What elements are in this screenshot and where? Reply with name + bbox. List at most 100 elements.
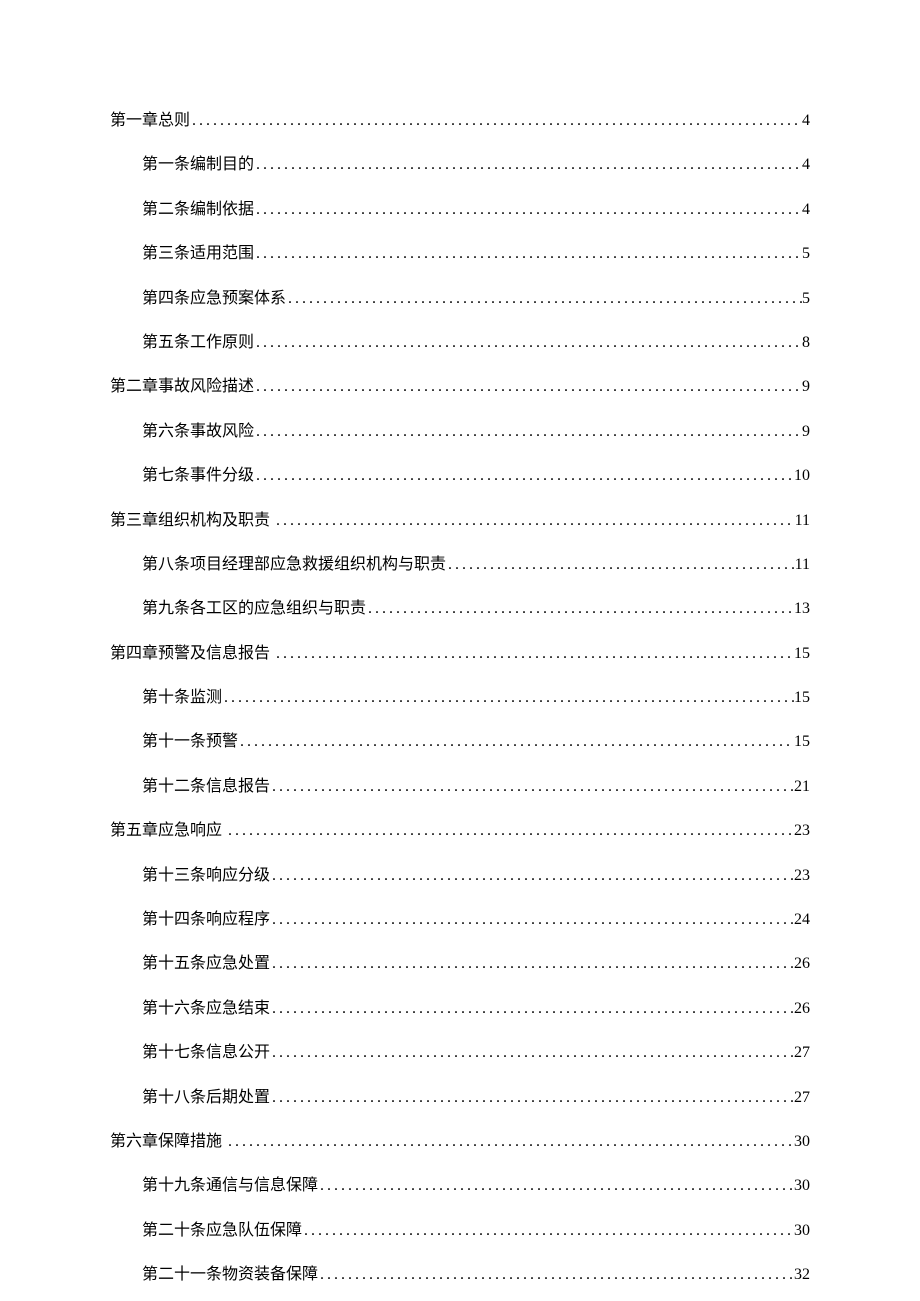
toc-entry-dots [286, 288, 802, 310]
toc-entry-dots [190, 110, 802, 132]
toc-entry-title: 第一章总则 [110, 110, 190, 132]
toc-entry-dots [270, 998, 794, 1020]
toc-entry-page: 4 [802, 199, 810, 221]
toc-entry-title: 第二条编制依据 [142, 199, 254, 221]
toc-entry: 第二章事故风险描述 9 [110, 376, 810, 398]
toc-entry-title: 第十八条后期处置 [142, 1087, 270, 1109]
toc-entry-dots [270, 909, 794, 931]
toc-entry-title: 第二十一条物资装备保障 [142, 1264, 318, 1286]
toc-entry-dots [446, 554, 795, 576]
toc-entry: 第十一条预警 15 [142, 731, 810, 753]
toc-entry-title: 第十九条通信与信息保障 [142, 1175, 318, 1197]
toc-entry-page: 10 [794, 465, 810, 487]
toc-entry-page: 21 [794, 776, 810, 798]
toc-entry-dots [238, 731, 794, 753]
toc-entry-dots [274, 510, 795, 532]
toc-entry-title: 第三条适用范围 [142, 243, 254, 265]
toc-entry: 第三章组织机构及职责11 [110, 510, 810, 532]
toc-entry: 第六条事故风险 9 [142, 421, 810, 443]
toc-entry-title: 第十条监测 [142, 687, 222, 709]
toc-entry-page: 30 [794, 1220, 810, 1242]
toc-entry: 第十四条响应程序 24 [142, 909, 810, 931]
toc-entry: 第十八条后期处置 27 [142, 1087, 810, 1109]
toc-entry-page: 5 [802, 288, 810, 310]
toc-entry-page: 11 [795, 554, 810, 576]
toc-entry-title: 第四条应急预案体系 [142, 288, 286, 310]
toc-entry-dots [302, 1220, 794, 1242]
toc-entry-dots [318, 1175, 794, 1197]
toc-entry: 第七条事件分级 10 [142, 465, 810, 487]
toc-entry-title: 第七条事件分级 [142, 465, 254, 487]
toc-entry: 第一章总则 4 [110, 110, 810, 132]
toc-entry-dots [254, 243, 802, 265]
toc-entry: 第五条工作原则8 [142, 332, 810, 354]
toc-entry: 第十六条应急结束 26 [142, 998, 810, 1020]
toc-entry-page: 24 [794, 909, 810, 931]
toc-entry-page: 26 [794, 953, 810, 975]
toc-entry: 第十条监测 15 [142, 687, 810, 709]
toc-entry-dots [254, 332, 802, 354]
toc-entry-title: 第八条项目经理部应急救援组织机构与职责 [142, 554, 446, 576]
toc-entry: 第二条编制依据 4 [142, 199, 810, 221]
toc-entry-page: 30 [794, 1131, 810, 1153]
toc-entry-title: 第十一条预警 [142, 731, 238, 753]
toc-entry-title: 第六条事故风险 [142, 421, 254, 443]
toc-entry-dots [226, 820, 794, 842]
toc-entry: 第二十条应急队伍保障 30 [142, 1220, 810, 1242]
toc-entry-dots [254, 421, 802, 443]
toc-entry-title: 第九条各工区的应急组织与职责 [142, 598, 366, 620]
toc-entry: 第一条编制目的4 [142, 154, 810, 176]
toc-entry-title: 第十七条信息公开 [142, 1042, 270, 1064]
toc-entry: 第九条各工区的应急组织与职责 13 [142, 598, 810, 620]
toc-entry-page: 4 [802, 110, 810, 132]
toc-entry-dots [318, 1264, 794, 1286]
toc-entry-title: 第十六条应急结束 [142, 998, 270, 1020]
toc-entry-dots [254, 376, 802, 398]
toc-entry-dots [270, 953, 794, 975]
toc-entry-page: 15 [794, 643, 810, 665]
toc-entry: 第八条项目经理部应急救援组织机构与职责 11 [142, 554, 810, 576]
toc-entry-title: 第十二条信息报告 [142, 776, 270, 798]
toc-entry-page: 32 [794, 1264, 810, 1286]
toc-entry-dots [270, 776, 794, 798]
toc-entry: 第十七条信息公开 27 [142, 1042, 810, 1064]
toc-entry-page: 5 [802, 243, 810, 265]
toc-entry-page: 13 [794, 598, 810, 620]
toc-entry-title: 第十三条响应分级 [142, 865, 270, 887]
toc-entry: 第十二条信息报告 21 [142, 776, 810, 798]
toc-entry: 第十五条应急处置 26 [142, 953, 810, 975]
toc-entry-title: 第十四条响应程序 [142, 909, 270, 931]
toc-entry: 第六章保障措施 30 [110, 1131, 810, 1153]
toc-entry-dots [254, 154, 802, 176]
toc-entry-dots [274, 643, 794, 665]
toc-entry-dots [222, 687, 794, 709]
toc-entry-page: 27 [794, 1087, 810, 1109]
table-of-contents: 第一章总则4第一条编制目的4第二条编制依据4第三条适用范围5第四条应急预案体系5… [110, 110, 810, 1287]
toc-entry-dots [366, 598, 794, 620]
toc-entry-title: 第四章预警及信息报告 [110, 643, 270, 665]
toc-entry: 第五章应急响应 23 [110, 820, 810, 842]
toc-entry-page: 11 [795, 510, 810, 532]
toc-entry-title: 第六章保障措施 [110, 1131, 222, 1153]
toc-entry-page: 15 [794, 731, 810, 753]
toc-entry: 第十九条通信与信息保障30 [142, 1175, 810, 1197]
toc-entry-dots [254, 199, 802, 221]
toc-entry-dots [270, 1042, 794, 1064]
toc-entry-dots [226, 1131, 794, 1153]
toc-entry-title: 第二章事故风险描述 [110, 376, 254, 398]
toc-entry-title: 第十五条应急处置 [142, 953, 270, 975]
toc-entry-dots [270, 865, 794, 887]
toc-entry-dots [254, 465, 794, 487]
toc-entry-page: 23 [794, 820, 810, 842]
toc-entry-page: 9 [802, 376, 810, 398]
toc-entry-title: 第五章应急响应 [110, 820, 222, 842]
toc-entry-page: 27 [794, 1042, 810, 1064]
toc-entry-page: 9 [802, 421, 810, 443]
toc-entry-page: 26 [794, 998, 810, 1020]
toc-entry: 第十三条响应分级 23 [142, 865, 810, 887]
toc-entry-page: 15 [794, 687, 810, 709]
toc-entry-page: 23 [794, 865, 810, 887]
toc-entry-page: 4 [802, 154, 810, 176]
toc-entry-title: 第二十条应急队伍保障 [142, 1220, 302, 1242]
toc-entry: 第二十一条物资装备保障 32 [142, 1264, 810, 1286]
